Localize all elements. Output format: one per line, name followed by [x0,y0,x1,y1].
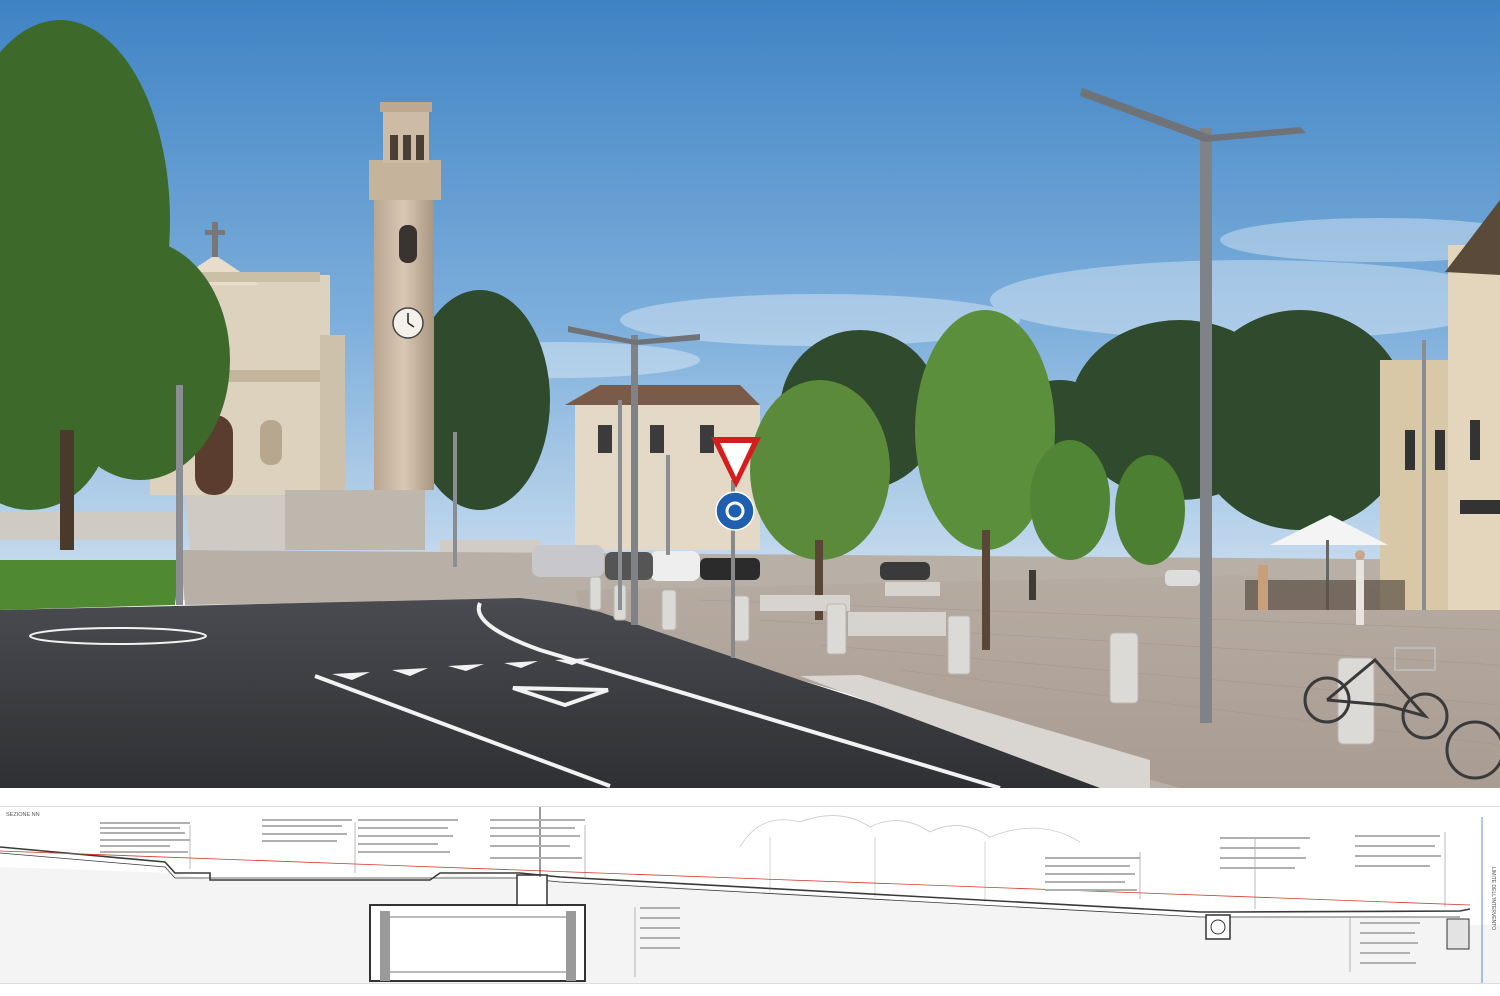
section-drawing: SEZIONE NN LIMITE DELL'INTERVENTO [0,807,1500,983]
photo-scene [0,0,1500,788]
section-title: SEZIONE NN [6,812,40,818]
underground-vault [369,904,586,982]
technical-cross-section: SEZIONE NN LIMITE DELL'INTERVENTO [0,806,1500,984]
bell-tower-icon [369,102,441,490]
section-limit-label: LIMITE DELL'INTERVENTO [1490,867,1496,930]
lawn [0,560,180,610]
ground-fill [0,867,1500,983]
piazza-photograph [0,0,1500,788]
photo-section-gap [0,788,1500,806]
roundabout-sign-icon [715,491,755,531]
